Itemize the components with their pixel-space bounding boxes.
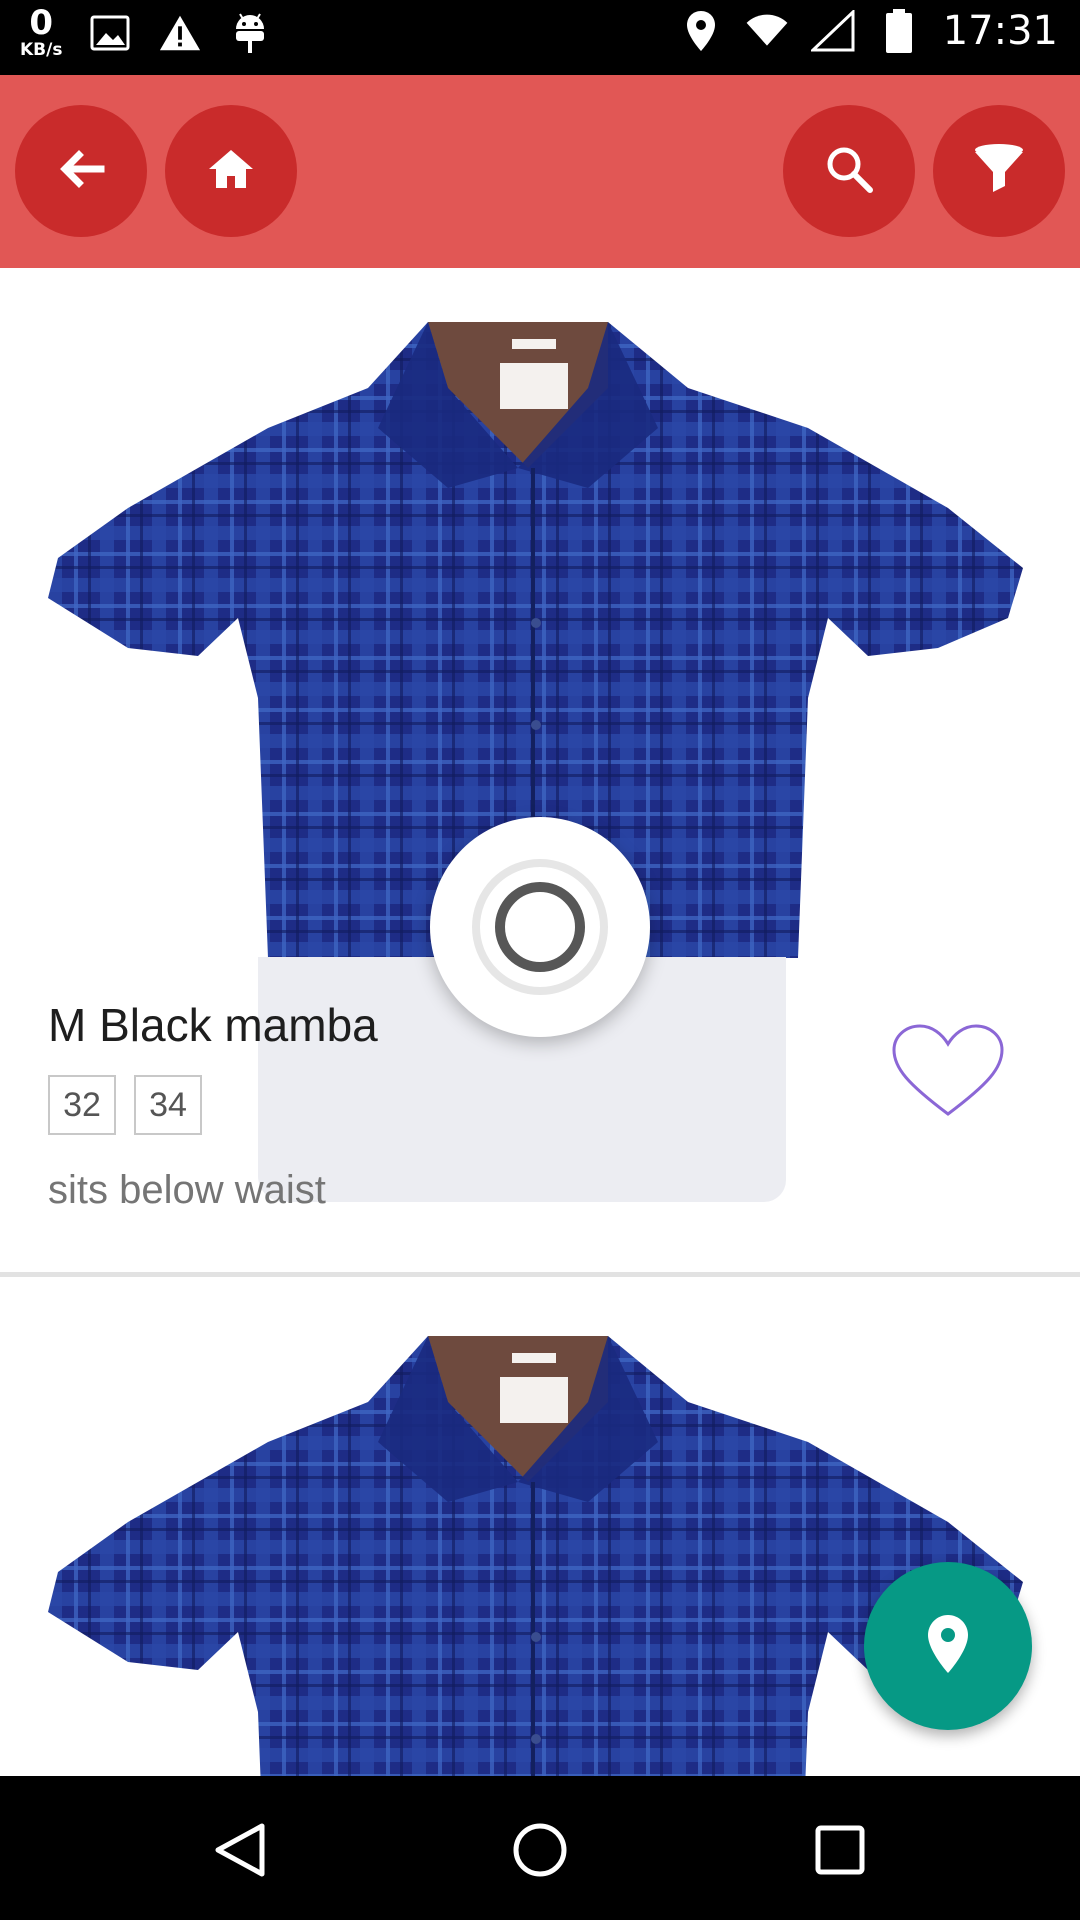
favorite-button[interactable] bbox=[888, 1022, 1008, 1122]
status-bar: 0 KB/s 17:31 bbox=[0, 0, 1080, 75]
product-card[interactable]: M Black mamba 32 34 sits below waist bbox=[0, 268, 1080, 1272]
product-title: M Black mamba bbox=[48, 999, 378, 1051]
product-description: sits below waist bbox=[48, 1168, 326, 1212]
home-circle-icon bbox=[510, 1820, 570, 1884]
back-triangle-icon bbox=[210, 1820, 270, 1884]
home-icon bbox=[206, 147, 256, 195]
battery-icon bbox=[877, 9, 921, 53]
size-options: 32 34 bbox=[48, 1075, 202, 1135]
recents-square-icon bbox=[812, 1822, 868, 1882]
image-icon bbox=[88, 11, 132, 55]
system-nav-bar bbox=[0, 1776, 1080, 1920]
size-chip-34[interactable]: 34 bbox=[134, 1075, 202, 1135]
back-button[interactable] bbox=[15, 105, 147, 237]
nav-back-button[interactable] bbox=[200, 1812, 280, 1892]
signal-icon bbox=[810, 9, 855, 53]
product-image bbox=[48, 1336, 1023, 1776]
back-icon bbox=[57, 149, 105, 193]
network-speed-indicator: 0 KB/s bbox=[20, 6, 62, 59]
spinner-ring-icon bbox=[472, 859, 608, 995]
size-chip-32[interactable]: 32 bbox=[48, 1075, 116, 1135]
filter-button[interactable] bbox=[933, 105, 1065, 237]
heart-outline-icon bbox=[888, 1024, 1008, 1126]
location-icon bbox=[926, 1613, 970, 1679]
location-fab[interactable] bbox=[864, 1562, 1032, 1730]
nav-home-button[interactable] bbox=[500, 1812, 580, 1892]
location-icon bbox=[679, 9, 723, 53]
network-speed-value: 0 bbox=[29, 3, 54, 43]
warning-icon bbox=[158, 11, 202, 55]
search-icon bbox=[824, 144, 874, 198]
clock-time: 17:31 bbox=[942, 8, 1058, 54]
android-icon bbox=[228, 11, 272, 55]
home-button[interactable] bbox=[165, 105, 297, 237]
filter-icon bbox=[973, 142, 1025, 200]
network-speed-unit: KB/s bbox=[20, 40, 63, 60]
wifi-icon bbox=[745, 9, 789, 53]
app-bar bbox=[0, 75, 1080, 268]
nav-recents-button[interactable] bbox=[800, 1812, 880, 1892]
search-button[interactable] bbox=[783, 105, 915, 237]
loading-spinner bbox=[430, 817, 650, 1037]
